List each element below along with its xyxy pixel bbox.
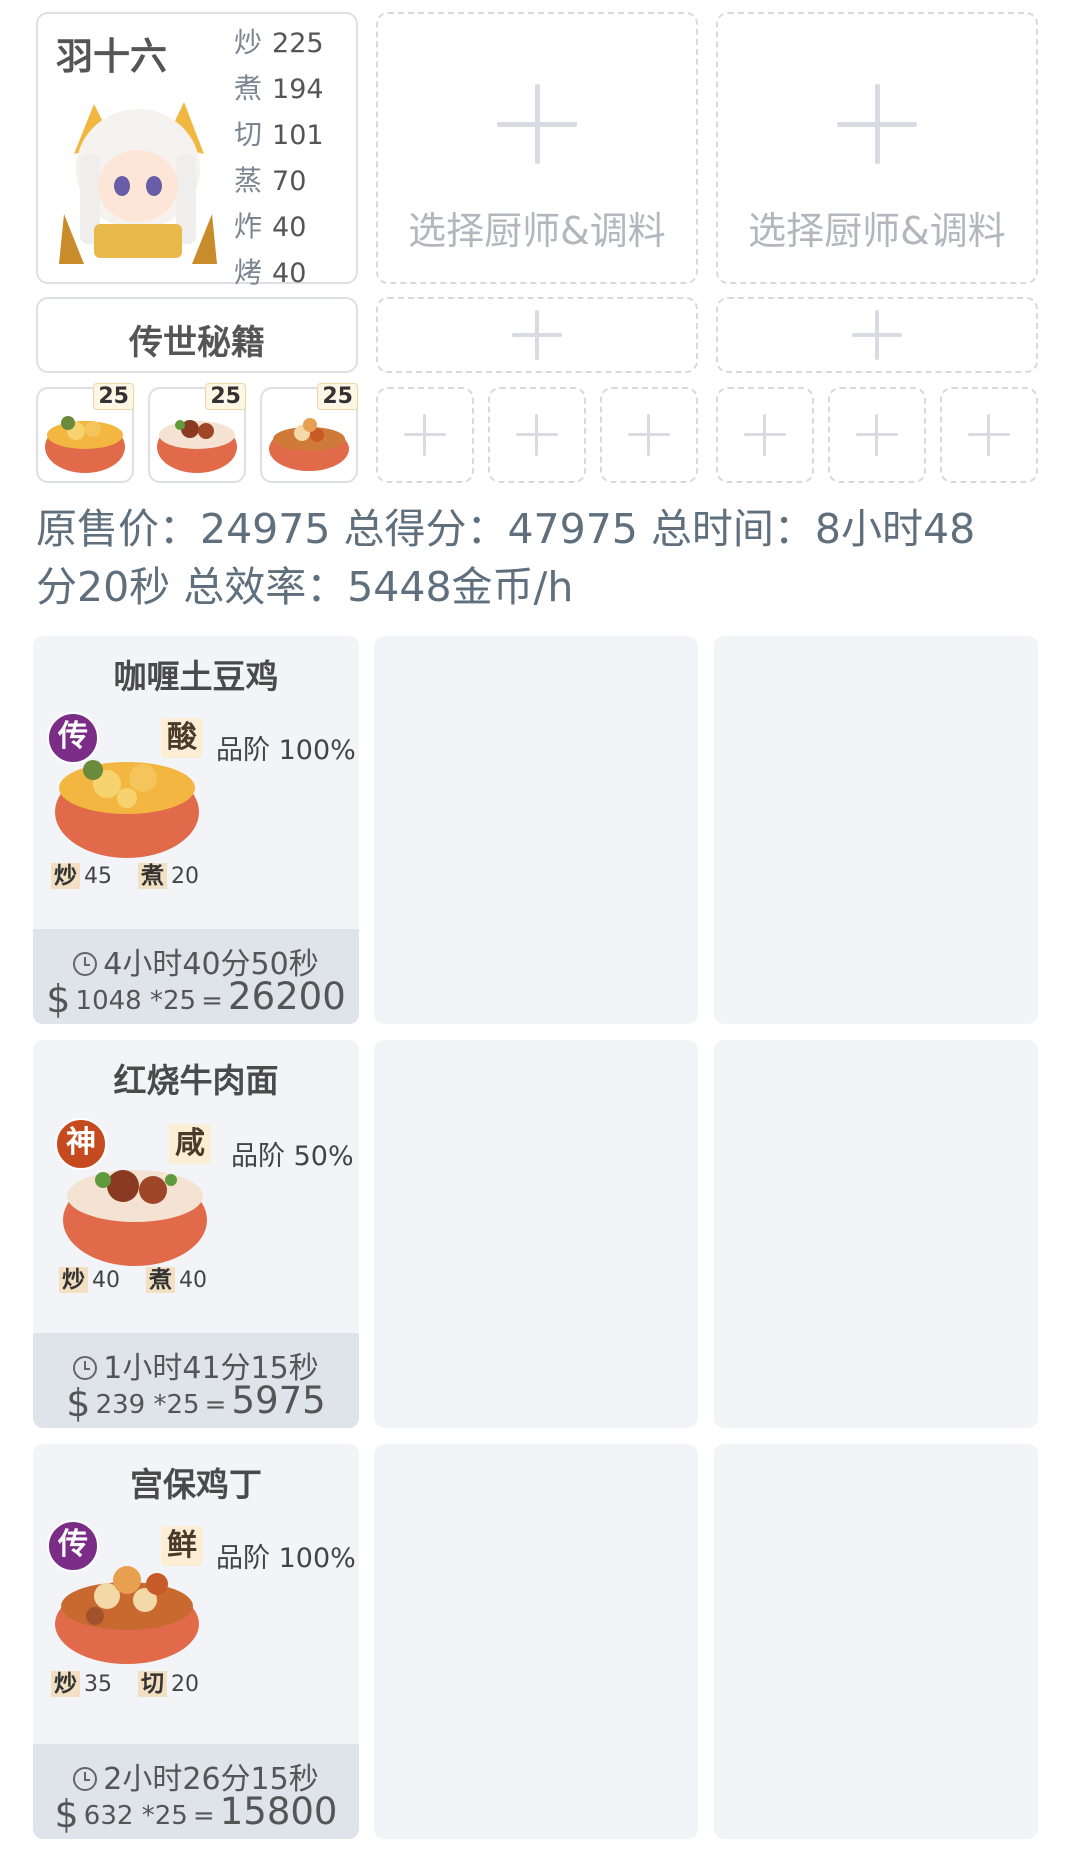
grade-badge: 传	[47, 712, 99, 764]
empty-chef-slot-2[interactable]: 选择厨师&调料	[376, 12, 698, 284]
recipe-count-badge: 25	[93, 383, 134, 410]
equip-slot-2[interactable]	[376, 297, 698, 373]
recipe-price: $ 632 *25 = 15800	[54, 1790, 338, 1836]
recipe-price: $ 239 *25 = 5975	[66, 1379, 326, 1425]
equip-label: 传世秘籍	[129, 323, 265, 363]
recipe-detail-1[interactable]: 咖喱土豆鸡 传 酸 品阶 100% 炒 45 煮 20 4小时40分50秒 $ 10…	[33, 636, 359, 1024]
empty-recipe-panel[interactable]	[714, 636, 1038, 1024]
plus-icon	[628, 414, 670, 456]
skill-requirements: 炒 45 煮 20	[51, 856, 199, 890]
empty-recipe-panel[interactable]	[714, 1444, 1038, 1839]
recipe-summary-bar: 2小时26分15秒 $ 632 *25 = 15800	[33, 1744, 359, 1839]
recipe-count-badge: 25	[205, 383, 246, 410]
plus-icon	[837, 84, 917, 164]
chef-skills: 炒 225 煮 194 切 101 蒸 70 炸 40 烤 40	[234, 20, 354, 296]
recipe-slot-empty[interactable]	[940, 387, 1038, 483]
chef-name: 羽十六	[56, 35, 167, 78]
plus-icon	[512, 310, 562, 360]
select-chef-label: 选择厨师&调料	[748, 209, 1006, 253]
plus-icon	[744, 414, 786, 456]
select-chef-label: 选择厨师&调料	[408, 209, 666, 253]
equip-slot-1[interactable]: 传世秘籍	[36, 297, 358, 373]
recipe-slot-2[interactable]: 25	[148, 383, 246, 483]
chef-portrait	[54, 94, 222, 264]
recipe-slot-1[interactable]: 25	[36, 383, 134, 483]
recipe-price: $ 1048 *25 = 26200	[46, 975, 346, 1021]
recipe-summary-bar: 1小时41分15秒 $ 239 *25 = 5975	[33, 1333, 359, 1428]
recipe-detail-2[interactable]: 红烧牛肉面 神 咸 品阶 50% 炒 40 煮 40 1小时41分15秒 $ 239…	[33, 1040, 359, 1428]
recipe-count-badge: 25	[317, 383, 358, 410]
recipe-name: 咖喱土豆鸡	[113, 657, 279, 696]
clock-icon	[73, 1356, 98, 1380]
recipe-slot-empty[interactable]	[828, 387, 926, 483]
quality-label: 品阶 100%	[216, 1543, 356, 1574]
plus-icon	[968, 414, 1010, 456]
recipe-detail-3[interactable]: 宫保鸡丁 传 鲜 品阶 100% 炒 35 切 20 2小时26分15秒 $ 632…	[33, 1444, 359, 1839]
skill-cut: 切 101	[234, 118, 324, 151]
skill-roast: 烤 40	[234, 256, 307, 289]
taste-badge: 酸	[161, 718, 203, 758]
plus-icon	[404, 414, 446, 456]
skill-requirements: 炒 35 切 20	[51, 1664, 199, 1698]
plus-icon	[516, 414, 558, 456]
skill-boil: 煮 194	[234, 72, 324, 105]
clock-icon	[73, 952, 98, 976]
recipe-name: 宫保鸡丁	[130, 1465, 262, 1504]
grade-badge: 传	[47, 1520, 99, 1572]
plus-icon	[856, 414, 898, 456]
summary-line-2: 分20秒 总效率：5448金币/h	[36, 563, 574, 611]
skill-requirements: 炒 40 煮 40	[59, 1260, 207, 1294]
recipe-slot-empty[interactable]	[716, 387, 814, 483]
skill-fry: 炸 40	[234, 210, 307, 243]
empty-recipe-panel[interactable]	[374, 1040, 698, 1428]
recipe-summary-bar: 4小时40分50秒 $ 1048 *25 = 26200	[33, 929, 359, 1024]
recipe-slot-empty[interactable]	[376, 387, 474, 483]
recipe-slot-3[interactable]: 25	[260, 383, 358, 483]
equip-slot-3[interactable]	[716, 297, 1038, 373]
empty-chef-slot-3[interactable]: 选择厨师&调料	[716, 12, 1038, 284]
plus-icon	[497, 84, 577, 164]
empty-recipe-panel[interactable]	[374, 636, 698, 1024]
recipe-slot-empty[interactable]	[600, 387, 698, 483]
dollar-icon: $	[46, 977, 71, 1021]
grade-badge: 神	[55, 1118, 107, 1170]
summary-stats: 原售价：24975 总得分：47975 总时间：8小时48 分20秒 总效率：5…	[36, 500, 1046, 616]
summary-line-1: 原售价：24975 总得分：47975 总时间：8小时48	[36, 505, 976, 553]
plus-icon	[852, 310, 902, 360]
recipe-name: 红烧牛肉面	[113, 1061, 279, 1100]
chef-card[interactable]: 羽十六 炒 225 煮 194 切 101 蒸 70 炸 40 烤 40	[36, 12, 358, 289]
skill-steam: 蒸 70	[234, 164, 307, 197]
quality-label: 品阶 100%	[216, 735, 356, 766]
skill-stir-fry: 炒 225	[234, 26, 324, 59]
clock-icon	[73, 1767, 98, 1791]
quality-label: 品阶 50%	[231, 1141, 354, 1172]
empty-recipe-panel[interactable]	[374, 1444, 698, 1839]
empty-recipe-panel[interactable]	[714, 1040, 1038, 1428]
dollar-icon: $	[54, 1792, 79, 1836]
recipe-slot-empty[interactable]	[488, 387, 586, 483]
dollar-icon: $	[66, 1381, 91, 1425]
taste-badge: 鲜	[161, 1526, 203, 1566]
taste-badge: 咸	[169, 1124, 211, 1164]
